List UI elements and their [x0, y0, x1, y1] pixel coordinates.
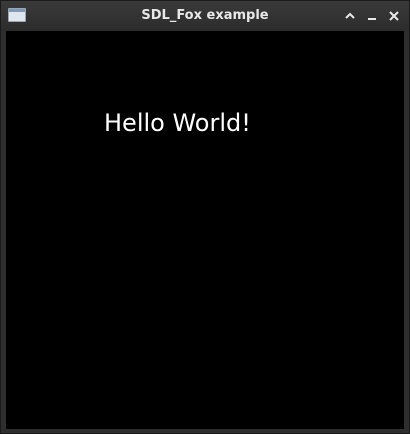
window-controls: [341, 7, 403, 25]
minimize-button[interactable]: [363, 7, 381, 25]
close-button[interactable]: [385, 7, 403, 25]
chevron-up-icon: [345, 12, 355, 19]
close-icon: [389, 11, 399, 21]
title-bar[interactable]: SDL_Fox example: [1, 1, 409, 31]
minimize-icon: [368, 18, 376, 20]
maximize-button[interactable]: [341, 7, 359, 25]
hello-world-text: Hello World!: [104, 109, 251, 137]
sdl-canvas[interactable]: Hello World!: [6, 31, 404, 429]
app-window: SDL_Fox example Hello World!: [0, 0, 410, 434]
